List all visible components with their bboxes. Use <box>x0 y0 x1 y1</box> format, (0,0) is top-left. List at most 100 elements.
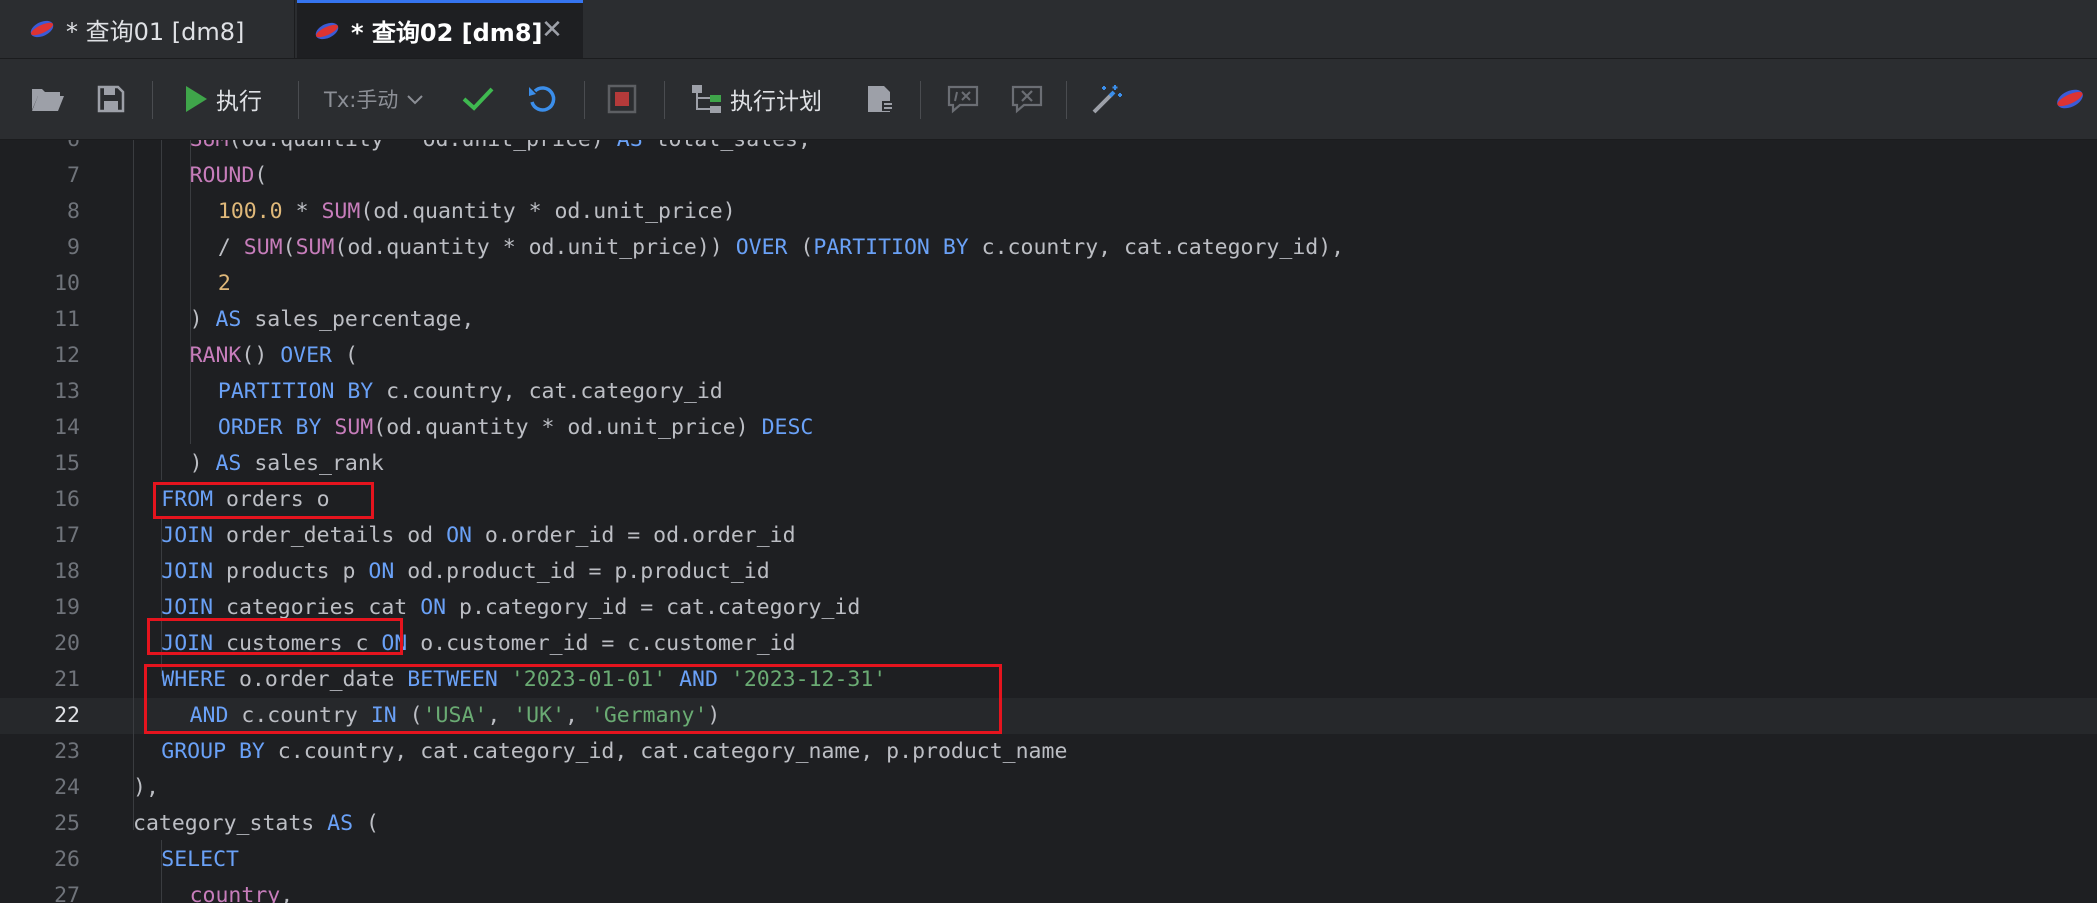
code-token: ) <box>190 307 216 332</box>
save-button[interactable] <box>96 79 126 119</box>
code-line[interactable]: 8 100.0 * SUM(od.quantity * od.unit_price… <box>0 194 2097 230</box>
code-token: AS <box>327 811 353 836</box>
line-number: 17 <box>0 518 80 554</box>
code-token: o.order_id = od.order_id <box>472 523 796 548</box>
code-token: c.country, cat.category_id), <box>969 235 1344 260</box>
code-token: od.product_id = p.product_id <box>394 559 769 584</box>
commit-button[interactable] <box>460 79 496 119</box>
code-line[interactable]: 14ORDER BY SUM(od.quantity * od.unit_pri… <box>0 410 2097 446</box>
code-line[interactable]: 6 SUM(od.quantity * od.unit_price) AS tot… <box>0 140 2097 158</box>
code-line[interactable]: 102 <box>0 266 2097 302</box>
save-icon <box>96 84 126 114</box>
code-token: SUM <box>334 415 373 440</box>
code-text: GROUP BY c.country, cat.category_id, cat… <box>161 734 1067 770</box>
code-token: SUM <box>296 235 335 260</box>
code-text: SUM(od.quantity * od.unit_price) AS tota… <box>190 140 811 158</box>
line-number: 8 <box>0 194 80 230</box>
dm-database-icon <box>28 17 56 41</box>
line-number: 9 <box>0 230 80 266</box>
document-button[interactable] <box>864 79 896 119</box>
toolbar-separator <box>584 81 585 119</box>
folder-open-icon <box>30 83 66 115</box>
toolbar-separator <box>298 81 299 119</box>
code-line[interactable]: 23 GROUP BY c.country, cat.category_id, c… <box>0 734 2097 770</box>
open-button[interactable] <box>30 79 66 119</box>
code-token: ( <box>353 811 379 836</box>
editor-tab-bar: * 查询01 [dm8] * 查询02 [dm8] ✕ <box>0 0 2097 59</box>
line-number: 19 <box>0 590 80 626</box>
comment-button[interactable] <box>946 79 980 119</box>
code-line[interactable]: 18JOIN products p ON od.product_id = p.p… <box>0 554 2097 590</box>
line-number: 11 <box>0 302 80 338</box>
line-number: 16 <box>0 482 80 518</box>
magic-wand-icon <box>1090 83 1124 115</box>
line-number: 12 <box>0 338 80 374</box>
close-tab-icon[interactable]: ✕ <box>539 17 565 43</box>
code-token: ON <box>446 523 472 548</box>
line-number: 20 <box>0 626 80 662</box>
transaction-mode-select[interactable]: Tx:手动 <box>324 79 426 119</box>
code-line[interactable]: 15) AS sales_rank <box>0 446 2097 482</box>
uncomment-button[interactable] <box>1010 79 1044 119</box>
line-number: 21 <box>0 662 80 698</box>
code-line[interactable]: 26SELECT <box>0 842 2097 878</box>
code-line[interactable]: 13PARTITION BY c.country, cat.category_i… <box>0 374 2097 410</box>
code-line[interactable]: 11) AS sales_percentage, <box>0 302 2097 338</box>
line-number: 6 <box>0 140 80 158</box>
indent-guide <box>190 140 191 444</box>
code-token: ( <box>283 235 296 260</box>
stop-button[interactable] <box>606 79 638 119</box>
code-text: / SUM(SUM(od.quantity * od.unit_price)) … <box>218 230 1344 266</box>
code-text: 100.0 * SUM(od.quantity * od.unit_price) <box>218 194 736 230</box>
toolbar-separator <box>920 81 921 119</box>
code-token: (od.quantity * od.unit_price) <box>360 199 735 224</box>
format-button[interactable] <box>1090 79 1124 119</box>
line-number: 7 <box>0 158 80 194</box>
code-text: category_stats AS ( <box>133 806 379 842</box>
indent-guide <box>161 840 162 903</box>
code-token: ) <box>190 451 216 476</box>
code-token: o.customer_id = c.customer_id <box>407 631 795 656</box>
connection-button[interactable] <box>2054 79 2086 119</box>
code-line[interactable]: 17 JOIN order_details od ON o.order_id = … <box>0 518 2097 554</box>
code-token: products p <box>213 559 368 584</box>
code-token: sales_percentage, <box>241 307 474 332</box>
code-token: JOIN <box>161 523 213 548</box>
code-token: ON <box>368 559 394 584</box>
code-line[interactable]: 7ROUND( <box>0 158 2097 194</box>
rollback-button[interactable] <box>526 79 558 119</box>
sql-editor[interactable]: 6 SUM(od.quantity * od.unit_price) AS tot… <box>0 140 2097 903</box>
code-line[interactable]: 9 / SUM(SUM(od.quantity * od.unit_price))… <box>0 230 2097 266</box>
tab-query01[interactable]: * 查询01 [dm8] <box>0 0 295 58</box>
toolbar-separator <box>152 81 153 119</box>
code-token: / <box>218 235 244 260</box>
code-token: PARTITION BY <box>218 379 373 404</box>
code-text: JOIN order_details od ON o.order_id = od… <box>161 518 795 554</box>
run-button[interactable]: 执行 <box>182 79 262 119</box>
code-token: c.country, cat.category_id <box>373 379 723 404</box>
tab-query02[interactable]: * 查询02 [dm8] ✕ <box>297 0 583 58</box>
code-line[interactable]: 24), <box>0 770 2097 806</box>
code-token: RANK <box>190 343 242 368</box>
code-text: ), <box>133 770 159 806</box>
tx-mode-label: Tx:手动 <box>324 84 398 114</box>
code-token: ROUND <box>190 163 255 188</box>
code-token: OVER <box>280 343 332 368</box>
code-line[interactable]: 25category_stats AS ( <box>0 806 2097 842</box>
code-line[interactable]: 12RANK() OVER ( <box>0 338 2097 374</box>
stop-icon <box>606 83 638 115</box>
chevron-down-icon <box>404 91 426 107</box>
explain-plan-button[interactable]: 执行计划 <box>690 79 822 119</box>
line-number: 23 <box>0 734 80 770</box>
indent-guide <box>161 140 162 480</box>
code-token: SUM <box>244 235 283 260</box>
code-token: , <box>280 883 293 903</box>
undo-icon <box>526 83 558 115</box>
code-text: 2 <box>218 266 231 302</box>
check-icon <box>460 83 496 115</box>
code-token: category_stats <box>133 811 327 836</box>
comment-icon <box>946 83 980 115</box>
code-text: country, <box>190 878 294 903</box>
code-line[interactable]: 27country, <box>0 878 2097 903</box>
code-token: categories cat <box>213 595 420 620</box>
